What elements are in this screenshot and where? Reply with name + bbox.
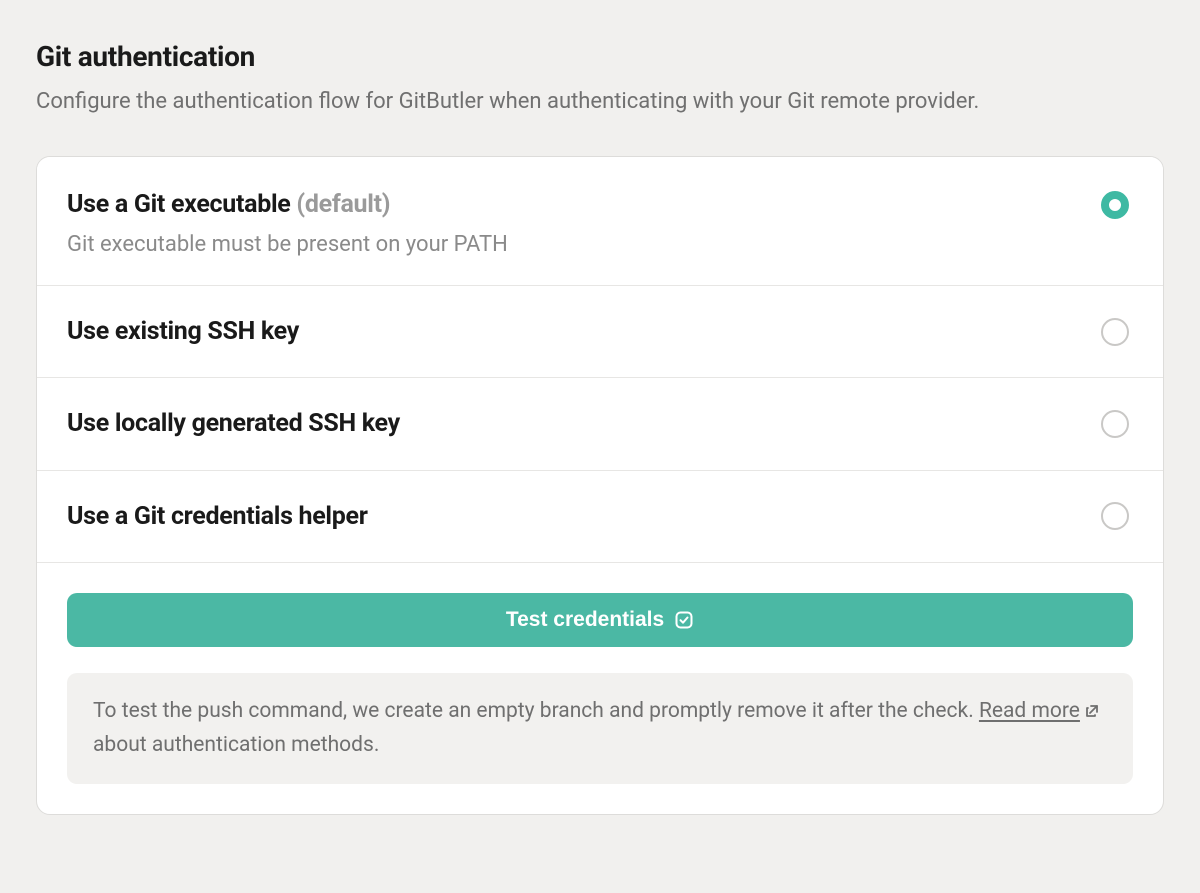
info-suffix: about authentication methods.	[93, 733, 379, 757]
option-label: Use locally generated SSH key	[67, 408, 1081, 439]
section-subtitle: Configure the authentication flow for Gi…	[36, 87, 1164, 118]
option-label-text: Use a Git credentials helper	[67, 502, 368, 531]
option-existing-ssh-key[interactable]: Use existing SSH key	[37, 286, 1163, 378]
read-more-link[interactable]: Read more	[979, 699, 1080, 723]
option-label-text: Use locally generated SSH key	[67, 409, 400, 438]
radio-unselected-icon[interactable]	[1101, 502, 1129, 530]
info-prefix: To test the push command, we create an e…	[93, 699, 979, 723]
option-git-executable[interactable]: Use a Git executable (default) Git execu…	[37, 157, 1163, 286]
option-label-text: Use a Git executable	[67, 190, 290, 219]
settings-page: Git authentication Configure the authent…	[0, 0, 1200, 851]
option-label: Use a Git executable (default)	[67, 189, 1081, 220]
test-credentials-button[interactable]: Test credentials	[67, 593, 1133, 647]
radio-unselected-icon[interactable]	[1101, 318, 1129, 346]
option-text: Use a Git credentials helper	[67, 501, 1101, 532]
external-link-icon	[1084, 697, 1100, 730]
option-desc: Git executable must be present on your P…	[67, 232, 1081, 257]
auth-options-card: Use a Git executable (default) Git execu…	[36, 156, 1164, 815]
info-box: To test the push command, we create an e…	[67, 673, 1133, 784]
option-locally-generated-ssh-key[interactable]: Use locally generated SSH key	[37, 378, 1163, 470]
option-label: Use existing SSH key	[67, 316, 1081, 347]
option-git-credentials-helper[interactable]: Use a Git credentials helper	[37, 471, 1163, 563]
option-label-text: Use existing SSH key	[67, 317, 299, 346]
check-square-icon	[674, 610, 694, 630]
test-credentials-label: Test credentials	[506, 608, 664, 632]
card-footer: Test credentials To test the push comman…	[37, 563, 1163, 814]
radio-selected-icon[interactable]	[1101, 191, 1129, 219]
section-title: Git authentication	[36, 40, 1164, 73]
option-text: Use locally generated SSH key	[67, 408, 1101, 439]
option-text: Use a Git executable (default) Git execu…	[67, 189, 1101, 257]
option-text: Use existing SSH key	[67, 316, 1101, 347]
option-default-tag: (default)	[296, 190, 390, 219]
option-label: Use a Git credentials helper	[67, 501, 1081, 532]
read-more-label: Read more	[979, 699, 1080, 723]
radio-unselected-icon[interactable]	[1101, 410, 1129, 438]
